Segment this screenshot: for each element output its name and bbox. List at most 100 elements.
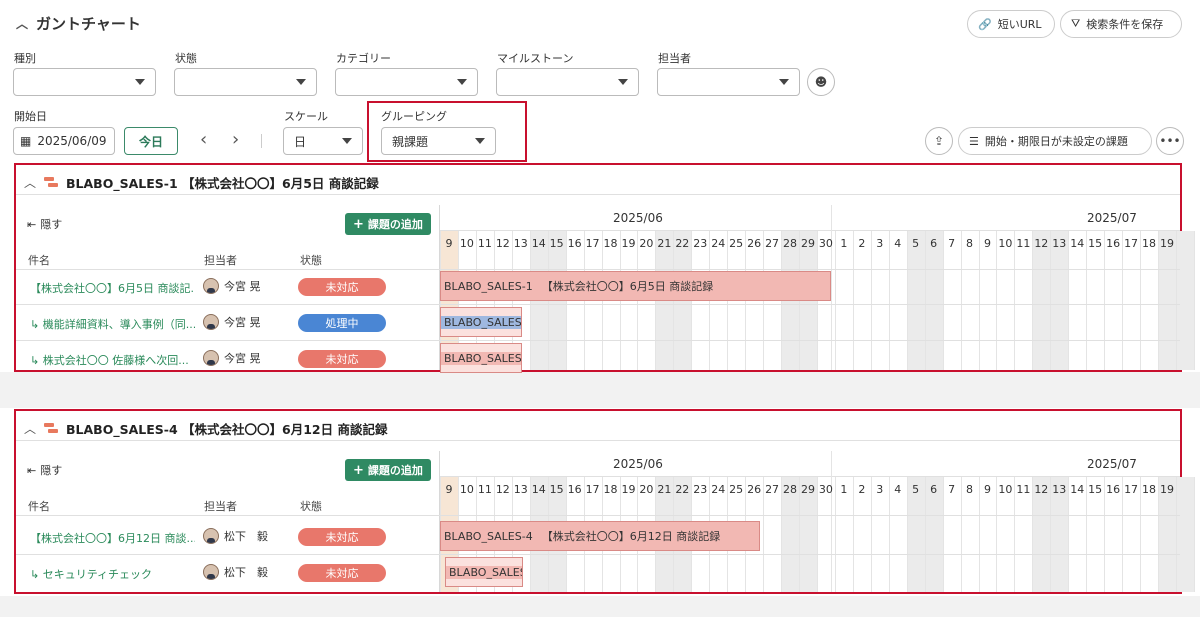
- add-issue-button[interactable]: + 課題の追加: [345, 213, 431, 235]
- chevron-up-icon[interactable]: ︿: [24, 420, 36, 437]
- issue-link[interactable]: ↳ セキュリティチェック: [30, 566, 195, 582]
- myself-button[interactable]: ☻: [807, 68, 835, 96]
- scale-value: 日: [294, 134, 307, 149]
- unset-dates-label: 開始・期限日が未設定の課題: [984, 135, 1128, 148]
- issue-link[interactable]: 【株式会社〇〇】6月5日 商談記...: [30, 280, 195, 296]
- gantt-bar[interactable]: BLABO_SALES-2機能詳細資料、導入事例（同業他社）の準備: [440, 307, 522, 337]
- save-search-button[interactable]: ⛛ 検索条件を保存: [1060, 10, 1182, 38]
- gantt-bar[interactable]: BLABO_SALES-5セキュリティチェック: [445, 557, 523, 587]
- day-label: 13: [1052, 483, 1067, 496]
- plus-icon: +: [353, 216, 364, 232]
- day-label: 17: [585, 483, 600, 496]
- day-label: 10: [459, 483, 474, 496]
- day-label: 11: [477, 483, 492, 496]
- next-arrow-icon[interactable]: ›: [232, 129, 239, 150]
- grouping-select[interactable]: 親課題: [381, 127, 496, 155]
- scale-select[interactable]: 日: [283, 127, 363, 155]
- assignee-select[interactable]: [657, 68, 800, 96]
- day-label: 11: [1016, 237, 1031, 250]
- divider: [16, 269, 1180, 270]
- gantt-bar[interactable]: BLABO_SALES-1 【株式会社〇〇】6月5日 商談記録: [440, 271, 831, 301]
- day-gridline: [1086, 231, 1088, 370]
- issue-link[interactable]: ↳ 機能詳細資料、導入事例（同...: [30, 316, 195, 332]
- day-label: 29: [800, 237, 815, 250]
- type-label: 種別: [14, 52, 36, 65]
- milestone-select[interactable]: [496, 68, 639, 96]
- day-label: 24: [711, 483, 726, 496]
- page-title[interactable]: ︿ ガントチャート: [16, 13, 141, 34]
- row-divider: [16, 340, 1180, 341]
- bar-key: BLABO_SALES-3: [441, 351, 521, 365]
- hide-toggle[interactable]: ⇤ 隠す: [27, 462, 62, 478]
- type-select[interactable]: [13, 68, 156, 96]
- start-date-input[interactable]: ▦ 2025/06/09: [13, 127, 115, 155]
- weekend-column: [924, 231, 943, 370]
- day-label: 12: [495, 237, 510, 250]
- prev-arrow-icon[interactable]: ‹: [200, 129, 207, 150]
- category-select[interactable]: [335, 68, 478, 96]
- gantt-bar[interactable]: BLABO_SALES-3株式会社〇〇 佐藤様へ次回商談日程調整: [440, 343, 522, 373]
- export-button[interactable]: ⇪: [925, 127, 953, 155]
- column-header-status[interactable]: 状態: [300, 252, 322, 268]
- row-divider: [16, 554, 1180, 555]
- day-gridline: [1032, 231, 1034, 370]
- day-label: 12: [1034, 237, 1049, 250]
- day-label: 27: [765, 483, 780, 496]
- unset-dates-button[interactable]: ☰ 開始・期限日が未設定の課題: [958, 127, 1152, 155]
- column-header-assignee[interactable]: 担当者: [204, 252, 237, 268]
- chevron-up-icon[interactable]: ︿: [16, 15, 28, 32]
- grouping-label: グルーピング: [381, 110, 447, 123]
- day-label: 7: [948, 237, 956, 250]
- chevron-up-icon[interactable]: ︿: [24, 174, 36, 191]
- hide-toggle[interactable]: ⇤ 隠す: [27, 216, 62, 232]
- day-label: 20: [639, 237, 654, 250]
- issue-link[interactable]: ↳ 株式会社〇〇 佐藤様へ次回...: [30, 352, 195, 368]
- grouping-value: 親課題: [392, 134, 429, 149]
- day-label: 14: [1070, 483, 1085, 496]
- assignee-name: 今宮 晃: [224, 352, 261, 365]
- day-gridline: [1050, 231, 1052, 370]
- status-badge: 処理中: [298, 314, 386, 332]
- day-label: 16: [1106, 483, 1121, 496]
- column-header-status[interactable]: 状態: [300, 498, 322, 514]
- day-label: 27: [765, 237, 780, 250]
- day-label: 28: [783, 483, 798, 496]
- day-gridline: [852, 231, 854, 370]
- short-url-button[interactable]: 🔗 短いURL: [967, 10, 1055, 38]
- divider: [16, 194, 1180, 195]
- day-label: 6: [930, 483, 938, 496]
- more-button[interactable]: •••: [1156, 127, 1184, 155]
- day-gridline: [1193, 477, 1195, 592]
- day-gridline: [924, 231, 926, 370]
- column-header-assignee[interactable]: 担当者: [204, 498, 237, 514]
- day-label: 16: [1106, 237, 1121, 250]
- add-issue-label: 課題の追加: [367, 464, 423, 477]
- month-divider: [831, 451, 832, 592]
- chevron-down-icon: [618, 79, 628, 85]
- weekend-column: [1175, 231, 1194, 370]
- group-header[interactable]: ︿ BLABO_SALES-1 【株式会社〇〇】6月5日 商談記録: [24, 173, 379, 192]
- day-label: 16: [567, 483, 582, 496]
- status-select[interactable]: [174, 68, 317, 96]
- column-header-name[interactable]: 件名: [28, 498, 50, 514]
- issue-link[interactable]: 【株式会社〇〇】6月12日 商談...: [30, 530, 195, 546]
- day-label: 12: [1034, 483, 1049, 496]
- day-gridline: [996, 231, 998, 370]
- gantt-bar[interactable]: BLABO_SALES-4 【株式会社〇〇】6月12日 商談記録: [440, 521, 760, 551]
- day-label: 26: [747, 483, 762, 496]
- day-gridline: [1140, 231, 1142, 370]
- category-label: カテゴリー: [336, 52, 391, 65]
- group-header[interactable]: ︿ BLABO_SALES-4 【株式会社〇〇】6月12日 商談記録: [24, 419, 387, 438]
- day-label: 21: [657, 237, 672, 250]
- add-issue-button[interactable]: + 課題の追加: [345, 459, 431, 481]
- day-label: 23: [693, 483, 708, 496]
- month-label: 2025/07: [1087, 211, 1137, 225]
- column-header-name[interactable]: 件名: [28, 252, 50, 268]
- collapse-left-icon: ⇤: [27, 217, 37, 231]
- today-button[interactable]: 今日: [124, 127, 178, 155]
- group-title: BLABO_SALES-1 【株式会社〇〇】6月5日 商談記録: [66, 176, 379, 191]
- day-label: 1: [840, 483, 848, 496]
- day-label: 24: [711, 237, 726, 250]
- weekend-column: [1050, 231, 1069, 370]
- day-gridline: [1175, 231, 1177, 370]
